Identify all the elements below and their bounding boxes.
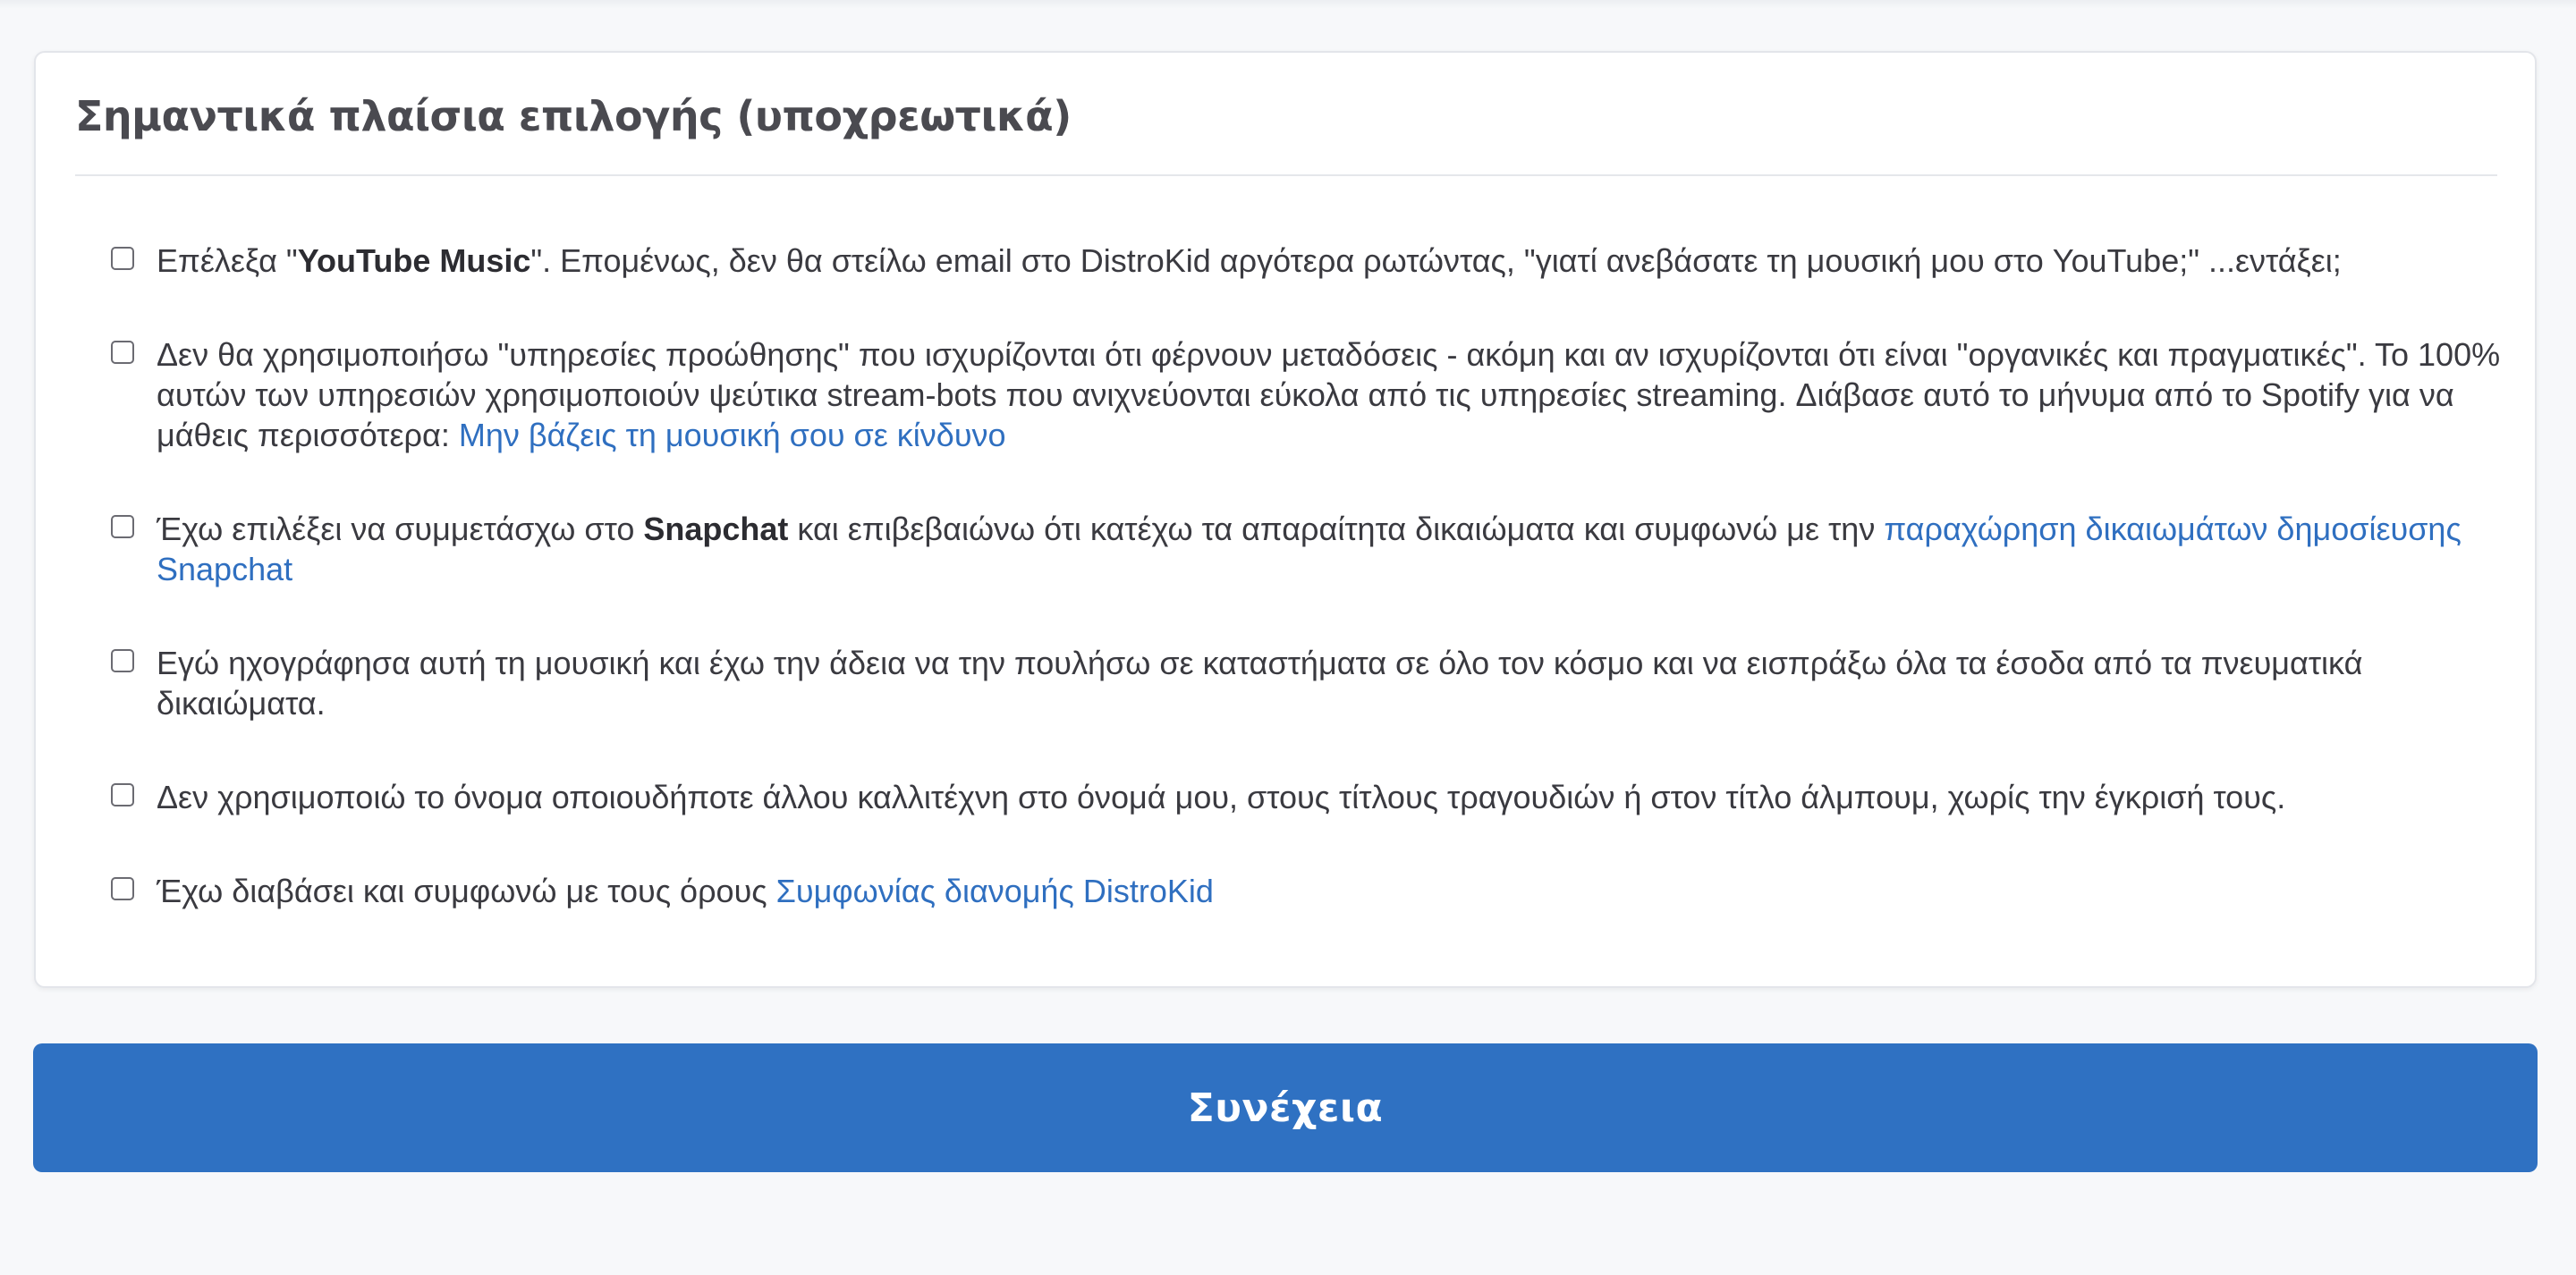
option-text-part: Έχω επιλέξει να συμμετάσχω στο [157,511,644,547]
option-text: Έχω διαβάσει και συμφωνώ με τους όρους Σ… [157,871,1214,911]
page: Σημαντικά πλαίσια επιλογής (υποχρεωτικά)… [0,0,2576,1275]
option-text-part: Εγώ ηχογράφησα αυτή τη μουσική και έχω τ… [157,645,2363,722]
artist-names-checkbox[interactable] [111,783,134,806]
promotion-services-checkbox[interactable] [111,341,134,364]
option-promotion-services: Δεν θα χρησιμοποιήσω "υπηρεσίες προώθηση… [111,334,2508,455]
option-text: Δεν χρησιμοποιώ το όνομα οποιουδήποτε άλ… [157,777,2285,817]
checkbox-list: Επέλεξα "YouTube Music". Επομένως, δεν θ… [111,241,2508,965]
divider [75,174,2497,176]
option-text-part: Δεν χρησιμοποιώ το όνομα οποιουδήποτε άλ… [157,779,2286,815]
option-text-part: Επέλεξα " [157,242,298,279]
option-artist-names: Δεν χρησιμοποιώ το όνομα οποιουδήποτε άλ… [111,777,2508,817]
option-text-part: Έχω διαβάσει και συμφωνώ με τους όρους [157,873,776,909]
card-title: Σημαντικά πλαίσια επιλογής (υποχρεωτικά) [75,92,1072,140]
option-bold-text: YouTube Music [297,242,531,279]
option-snapchat: Έχω επιλέξει να συμμετάσχω στο Snapchat … [111,509,2508,589]
option-text-part: ". Επομένως, δεν θα στείλω email στο Dis… [530,242,2342,279]
option-text-part: και επιβεβαιώνω ότι κατέχω τα απαραίτητα… [788,511,1885,547]
required-checkboxes-card: Σημαντικά πλαίσια επιλογής (υποχρεωτικά)… [34,51,2537,988]
spotify-warning-link[interactable]: Μην βάζεις τη μουσική σου σε κίνδυνο [459,417,1006,453]
snapchat-checkbox[interactable] [111,515,134,538]
recording-rights-checkbox[interactable] [111,649,134,672]
option-distribution-agreement: Έχω διαβάσει και συμφωνώ με τους όρους Σ… [111,871,2508,911]
distribution-agreement-link[interactable]: Συμφωνίας διανομής DistroKid [776,873,1214,909]
distribution-agreement-checkbox[interactable] [111,877,134,900]
option-text: Επέλεξα "YouTube Music". Επομένως, δεν θ… [157,241,2342,281]
option-text: Εγώ ηχογράφησα αυτή τη μουσική και έχω τ… [157,643,2508,723]
option-text: Δεν θα χρησιμοποιήσω "υπηρεσίες προώθηση… [157,334,2508,455]
top-edge-shadow [0,0,2576,9]
option-recording-rights: Εγώ ηχογράφησα αυτή τη μουσική και έχω τ… [111,643,2508,723]
option-text: Έχω επιλέξει να συμμετάσχω στο Snapchat … [157,509,2508,589]
continue-button[interactable]: Συνέχεια [33,1043,2538,1172]
youtube-music-checkbox[interactable] [111,247,134,270]
option-bold-text: Snapchat [643,511,789,547]
option-youtube-music: Επέλεξα "YouTube Music". Επομένως, δεν θ… [111,241,2508,281]
